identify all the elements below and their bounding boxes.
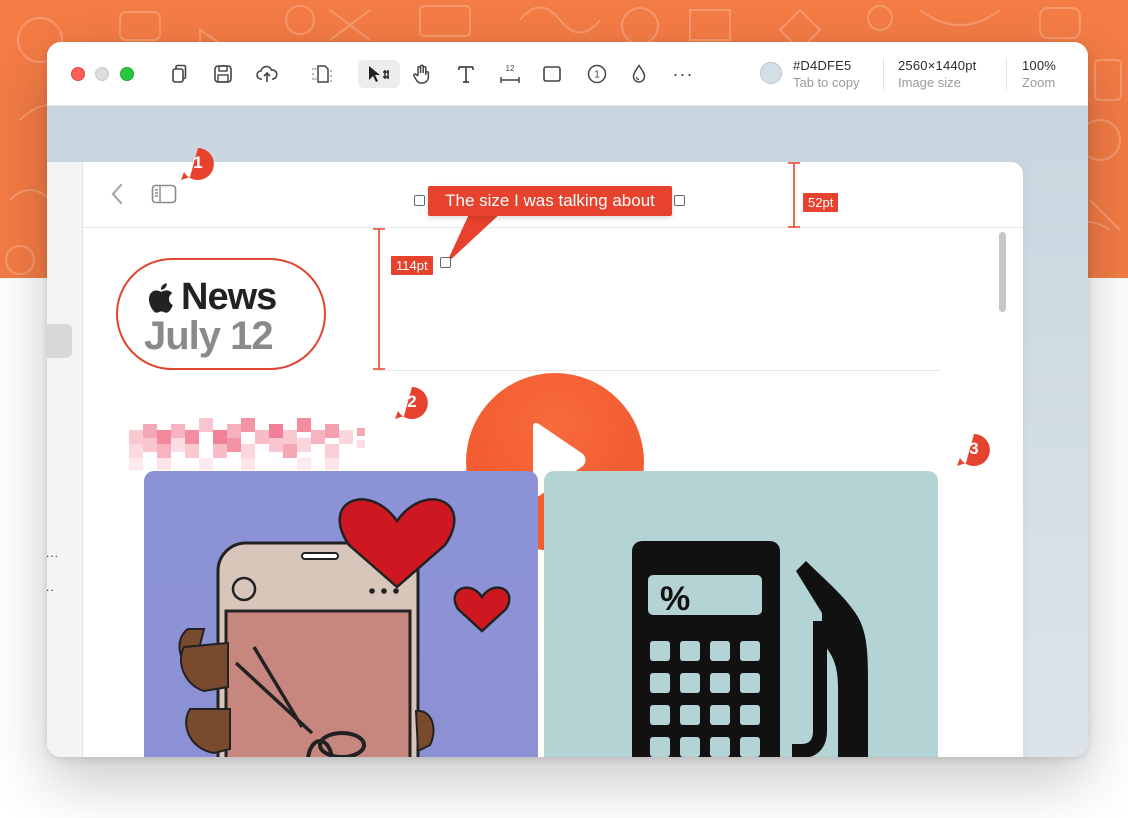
- toolbar-divider: [883, 58, 884, 90]
- measure-icon: 12: [500, 64, 520, 83]
- sidebar-ellipsis: ...: [47, 546, 60, 560]
- save-button[interactable]: [208, 60, 238, 88]
- copy-icon: [172, 64, 187, 83]
- phone-hearts-illustration: [178, 498, 511, 757]
- upload-button[interactable]: [252, 60, 282, 88]
- measure-line-logo[interactable]: [371, 228, 387, 370]
- measure-label-logo[interactable]: 114pt: [391, 256, 433, 275]
- save-icon: [214, 65, 232, 83]
- callout-annotation[interactable]: The size I was talking about: [428, 186, 672, 216]
- news-title: News: [147, 276, 277, 319]
- counter-bubble-label: 1: [193, 153, 203, 172]
- measure-tool-button[interactable]: 12: [495, 60, 525, 88]
- news-date: July 12: [144, 314, 274, 358]
- measure-label-header[interactable]: 52pt: [803, 193, 839, 212]
- card-image-fuel[interactable]: %: [544, 471, 938, 757]
- measure-tool-label: 12: [506, 64, 515, 73]
- card-image-phone[interactable]: [144, 471, 538, 757]
- counter-bubble-2[interactable]: 2: [395, 386, 429, 420]
- close-window-button[interactable]: [71, 67, 85, 81]
- zoom-window-button[interactable]: [120, 67, 134, 81]
- select-icon: [369, 66, 389, 82]
- cloud-upload-icon: [256, 65, 278, 82]
- zoom-label: Zoom: [1022, 75, 1056, 90]
- back-chevron-icon: [111, 183, 123, 205]
- scrollbar-thumb[interactable]: [999, 232, 1006, 312]
- image-size-value: 2560×1440pt: [898, 58, 977, 73]
- zoom-value[interactable]: 100%: [1022, 58, 1056, 73]
- sidebar-toggle-icon: [151, 184, 177, 204]
- news-logo-badge: News July 12: [116, 258, 326, 370]
- text-tool-button[interactable]: [451, 60, 481, 88]
- color-hint: Tab to copy: [793, 75, 860, 90]
- select-tool-button[interactable]: [358, 60, 400, 88]
- rectangle-icon: [543, 66, 561, 82]
- counter-icon: 1: [587, 64, 607, 84]
- counter-bubble-3[interactable]: 3: [957, 433, 991, 467]
- counter-tool-label: 1: [594, 70, 600, 81]
- hand-icon: [413, 64, 430, 84]
- divider-line: [375, 370, 941, 371]
- counter-bubble-label: 2: [407, 392, 417, 411]
- hand-tool-button[interactable]: [407, 60, 437, 88]
- fuel-calculator-illustration: %: [632, 541, 868, 757]
- copy-button[interactable]: [164, 60, 194, 88]
- rectangle-tool-button[interactable]: [537, 60, 567, 88]
- callout-pointer-handle[interactable]: [440, 257, 451, 268]
- crop-tool-button[interactable]: [307, 60, 337, 88]
- toolbar-divider: [1006, 58, 1007, 90]
- percent-icon: %: [660, 580, 690, 618]
- text-icon: [458, 66, 474, 83]
- captured-sidebar: ... ..: [47, 162, 83, 757]
- sidebar-ellipsis: ..: [47, 580, 55, 594]
- apple-logo-icon: [148, 282, 173, 313]
- news-title-text: News: [181, 276, 277, 318]
- color-value[interactable]: #D4DFE5: [793, 58, 851, 73]
- image-size-label: Image size: [898, 75, 961, 90]
- counter-bubble-label: 3: [969, 439, 979, 458]
- minimize-window-button[interactable]: [95, 67, 109, 81]
- callout-resize-handle[interactable]: [674, 195, 685, 206]
- crop-icon: [312, 65, 332, 83]
- sidebar-chip: [47, 324, 72, 358]
- color-swatch[interactable]: [760, 62, 782, 84]
- more-icon: ···: [672, 63, 694, 84]
- toolbar: 12 1 ··· #D4DFE5 Tab to copy 2560×1440pt…: [47, 42, 1088, 106]
- counter-tool-button[interactable]: 1: [582, 60, 612, 88]
- measure-line-header[interactable]: [786, 162, 802, 228]
- blur-tool-button[interactable]: [624, 60, 654, 88]
- captured-screenshot[interactable]: ... .. News July 12: [47, 162, 1023, 757]
- pixelated-title: [129, 418, 365, 470]
- callout-resize-handle[interactable]: [414, 195, 425, 206]
- counter-bubble-1[interactable]: 1: [181, 147, 215, 181]
- more-button[interactable]: ···: [668, 60, 698, 88]
- blur-icon: [632, 64, 646, 83]
